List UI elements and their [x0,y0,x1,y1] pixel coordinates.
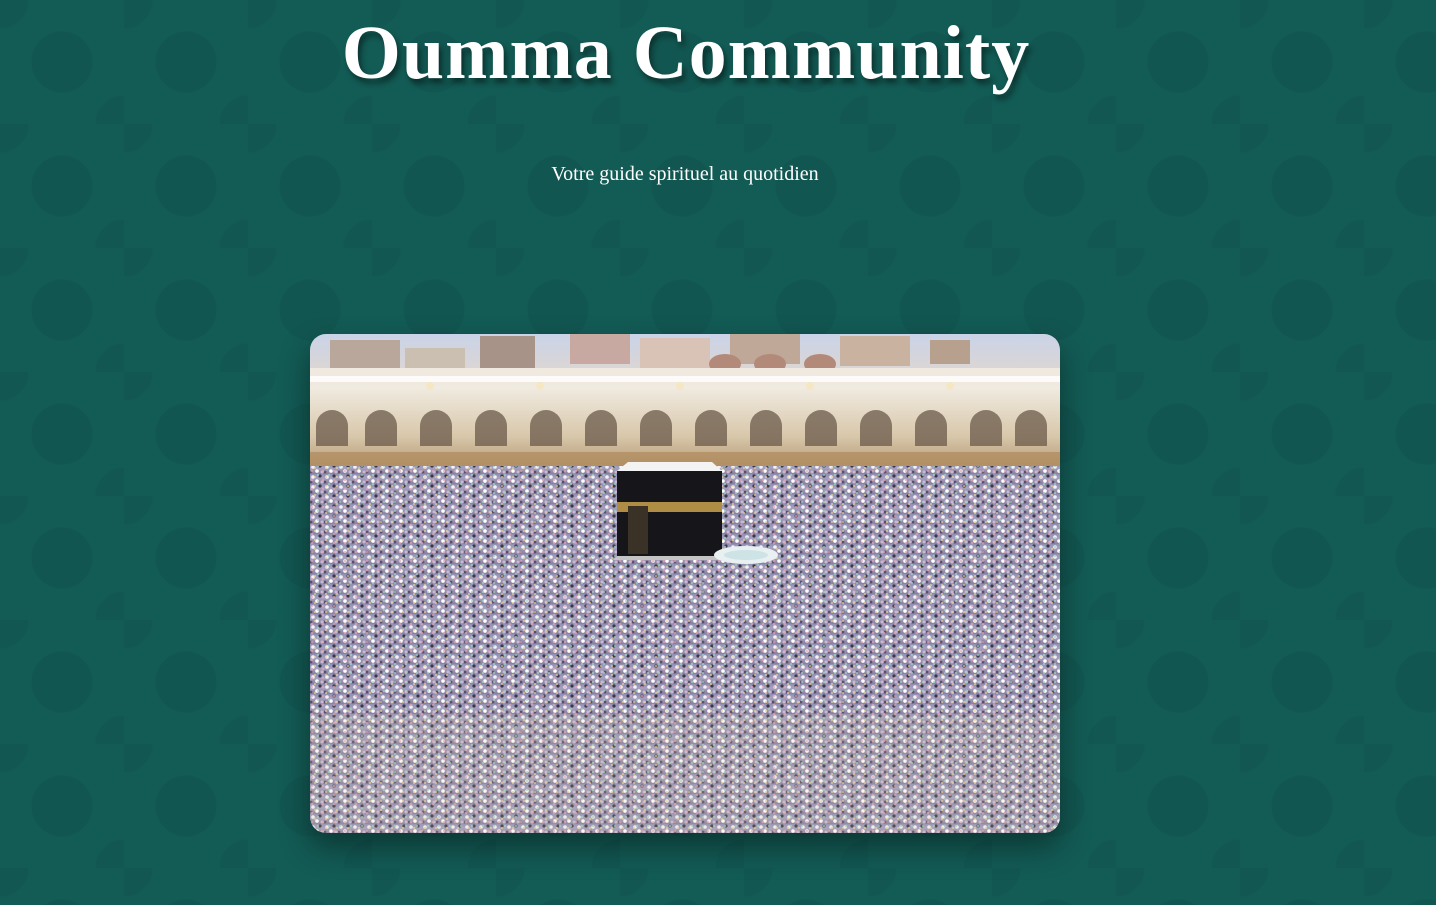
site-title: Oumma Community [341,11,1031,95]
site-tagline: Votre guide spirituel au quotidien [551,163,819,185]
hero-image-card [310,334,1060,833]
kaaba-crowd-photo [310,334,1060,833]
